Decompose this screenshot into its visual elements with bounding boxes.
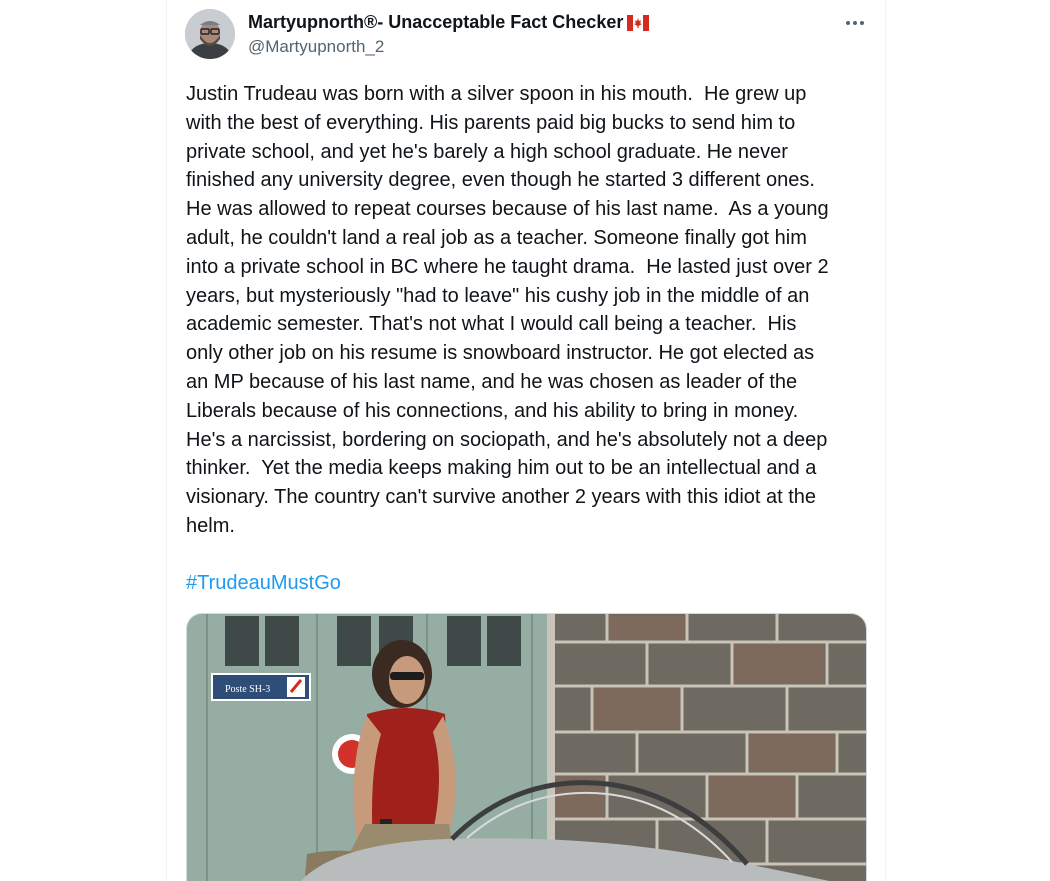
tweet-media-photo[interactable]: Poste SH-3: [186, 613, 867, 881]
more-horizontal-icon: [846, 21, 864, 25]
author-name-text: Martyupnorth®- Unacceptable Fact Checker: [248, 12, 624, 32]
tweet-text: Justin Trudeau was born with a silver sp…: [186, 83, 829, 537]
door-sign-text: Poste SH-3: [225, 684, 270, 695]
author-display-name[interactable]: Martyupnorth®- Unacceptable Fact Checker: [248, 12, 650, 36]
avatar-image: [185, 9, 235, 59]
more-options-button[interactable]: [839, 10, 871, 36]
canada-flag-icon: [627, 15, 650, 36]
hashtag-link[interactable]: #TrudeauMustGo: [186, 569, 341, 598]
photo-image: Poste SH-3: [187, 614, 866, 881]
author-handle[interactable]: @Martyupnorth_2: [248, 37, 384, 57]
avatar[interactable]: [185, 9, 235, 59]
tweet-card: Martyupnorth®- Unacceptable Fact Checker…: [166, 0, 886, 881]
